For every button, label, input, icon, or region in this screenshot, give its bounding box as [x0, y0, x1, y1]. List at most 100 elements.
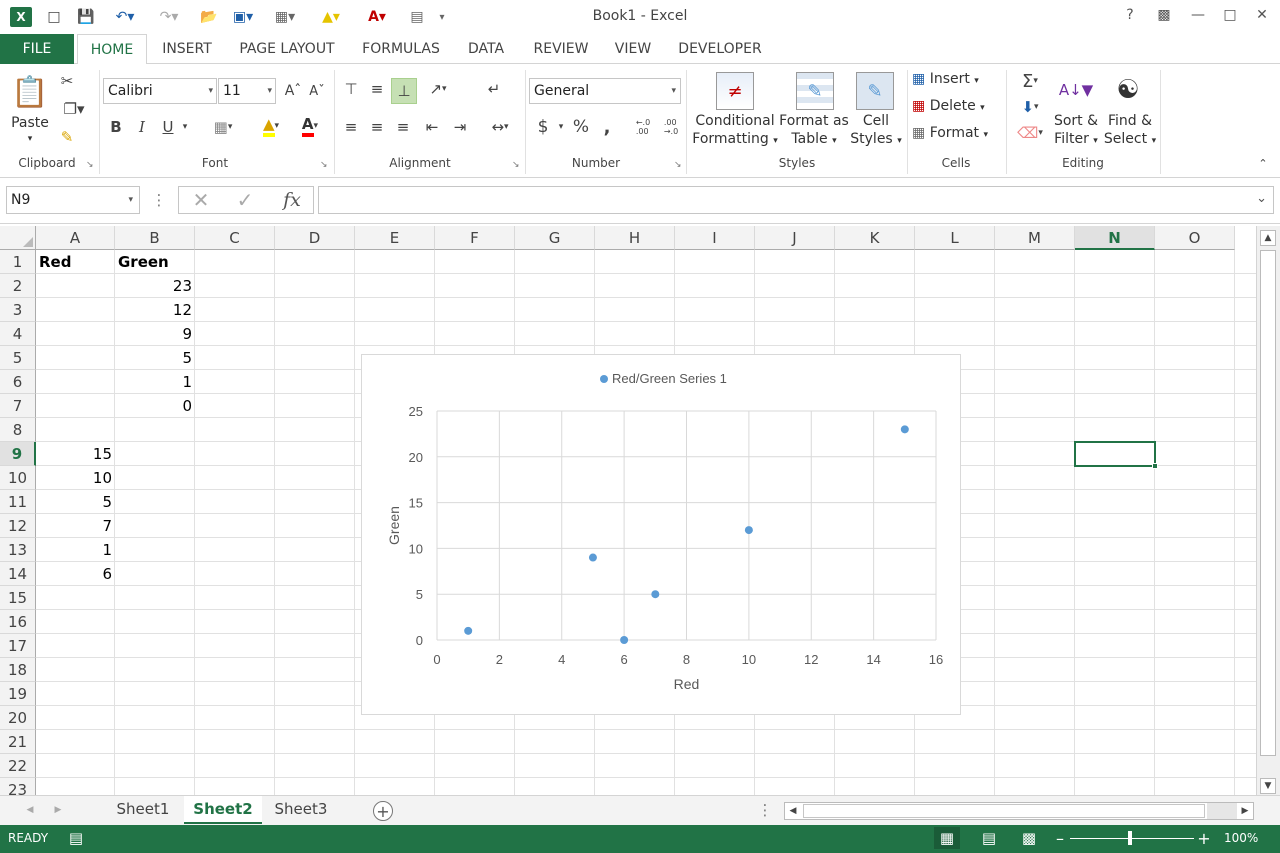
- cell-b4[interactable]: 9: [115, 322, 195, 346]
- row-header-19[interactable]: 19: [0, 682, 36, 706]
- column-header-g[interactable]: G: [515, 226, 595, 250]
- tab-split-icon[interactable]: ⋮: [758, 801, 773, 819]
- decrease-decimal-icon[interactable]: .00 →.0: [658, 116, 684, 138]
- scroll-left-icon[interactable]: ◀: [785, 803, 801, 819]
- zoom-slider[interactable]: [1070, 838, 1194, 839]
- horizontal-scrollbar[interactable]: ◀ ▶: [784, 802, 1254, 820]
- prev-sheet-icon[interactable]: ◀: [22, 802, 38, 818]
- zoom-in-icon[interactable]: +: [1196, 828, 1212, 848]
- maximize-button[interactable]: □: [1218, 7, 1242, 27]
- column-header-e[interactable]: E: [355, 226, 435, 250]
- more-options-icon[interactable]: ⋮: [150, 191, 168, 209]
- tab-developer[interactable]: DEVELOPER: [668, 34, 772, 64]
- merge-center-icon[interactable]: ↔ ▾: [482, 116, 518, 138]
- tab-page-layout[interactable]: PAGE LAYOUT: [230, 34, 344, 64]
- zoom-slider-thumb[interactable]: [1128, 831, 1132, 845]
- insert-function-button[interactable]: fx: [278, 189, 306, 211]
- column-header-l[interactable]: L: [915, 226, 995, 250]
- vertical-scroll-thumb[interactable]: [1260, 250, 1276, 756]
- fill-handle[interactable]: [1152, 463, 1158, 469]
- cell-styles-icon[interactable]: ✎: [856, 72, 894, 110]
- vertical-scrollbar[interactable]: ▲ ▼: [1256, 226, 1280, 795]
- row-header-10[interactable]: 10: [0, 466, 36, 490]
- tab-file[interactable]: FILE: [0, 34, 74, 64]
- font-size-select[interactable]: 11 ▾: [218, 78, 276, 104]
- increase-decimal-icon[interactable]: ←.0.00: [630, 116, 656, 138]
- format-cells-button[interactable]: ▦ Format ▾: [912, 124, 1002, 142]
- column-header-a[interactable]: A: [36, 226, 115, 250]
- number-launcher-icon[interactable]: ↘: [674, 160, 682, 170]
- alignment-launcher-icon[interactable]: ↘: [512, 160, 520, 170]
- select-all-button[interactable]: [0, 226, 36, 250]
- row-header-14[interactable]: 14: [0, 562, 36, 586]
- row-header-6[interactable]: 6: [0, 370, 36, 394]
- row-header-21[interactable]: 21: [0, 730, 36, 754]
- sheet-tab-sheet3[interactable]: Sheet3: [262, 796, 340, 824]
- cell-a9[interactable]: 15: [36, 442, 115, 466]
- column-header-h[interactable]: H: [595, 226, 675, 250]
- zoom-out-icon[interactable]: –: [1052, 828, 1068, 848]
- collapse-ribbon-icon[interactable]: ⌃: [1254, 154, 1272, 172]
- cell-a10[interactable]: 10: [36, 466, 115, 490]
- clear-icon[interactable]: ⌫ ▾: [1012, 122, 1048, 144]
- tab-data[interactable]: DATA: [456, 34, 516, 64]
- cut-icon[interactable]: ✂: [56, 70, 78, 92]
- page-layout-view-icon[interactable]: ▤: [976, 827, 1002, 849]
- number-format-select[interactable]: General ▾: [529, 78, 681, 104]
- row-header-20[interactable]: 20: [0, 706, 36, 730]
- column-header-d[interactable]: D: [275, 226, 355, 250]
- cell-b3[interactable]: 12: [115, 298, 195, 322]
- column-header-c[interactable]: C: [195, 226, 275, 250]
- row-header-8[interactable]: 8: [0, 418, 36, 442]
- align-right-icon[interactable]: ≡: [392, 116, 414, 138]
- conditional-formatting-button[interactable]: Conditional Formatting ▾: [692, 112, 778, 148]
- wrap-text-icon[interactable]: ↵: [482, 78, 506, 100]
- row-header-7[interactable]: 7: [0, 394, 36, 418]
- font-color-icon[interactable]: A ▾: [292, 114, 328, 138]
- comma-button[interactable]: ,: [596, 116, 618, 138]
- shrink-font-icon[interactable]: Aˇ: [306, 80, 328, 102]
- column-header-f[interactable]: F: [435, 226, 515, 250]
- row-header-22[interactable]: 22: [0, 754, 36, 778]
- tab-insert[interactable]: INSERT: [152, 34, 222, 64]
- align-left-icon[interactable]: ≡: [340, 116, 362, 138]
- cell-a11[interactable]: 5: [36, 490, 115, 514]
- formula-input[interactable]: ⌄: [318, 186, 1274, 214]
- decrease-indent-icon[interactable]: ⇤: [420, 116, 444, 138]
- currency-button[interactable]: $: [532, 116, 554, 138]
- tab-home[interactable]: HOME: [77, 34, 147, 65]
- align-top-icon[interactable]: ⊤: [340, 78, 362, 100]
- cell-b2[interactable]: 23: [115, 274, 195, 298]
- row-header-15[interactable]: 15: [0, 586, 36, 610]
- binoculars-icon[interactable]: ☯: [1110, 70, 1146, 110]
- paste-button[interactable]: Paste: [8, 114, 52, 132]
- row-header-17[interactable]: 17: [0, 634, 36, 658]
- enter-icon[interactable]: ✓: [232, 188, 258, 212]
- tab-view[interactable]: VIEW: [606, 34, 660, 64]
- column-header-b[interactable]: B: [115, 226, 195, 250]
- ribbon-display-icon[interactable]: ▩: [1152, 7, 1176, 27]
- copy-icon[interactable]: ❐▾: [56, 98, 92, 120]
- align-bottom-icon[interactable]: ⊥: [391, 78, 417, 104]
- page-break-view-icon[interactable]: ▩: [1016, 827, 1042, 849]
- zoom-level[interactable]: 100%: [1224, 831, 1258, 845]
- cell-b7[interactable]: 0: [115, 394, 195, 418]
- sort-filter-icon[interactable]: A↓▼: [1056, 70, 1096, 110]
- row-header-16[interactable]: 16: [0, 610, 36, 634]
- fill-down-icon[interactable]: ⬇ ▾: [1012, 96, 1048, 118]
- font-launcher-icon[interactable]: ↘: [320, 160, 328, 170]
- align-center-icon[interactable]: ≡: [366, 116, 388, 138]
- cell-b6[interactable]: 1: [115, 370, 195, 394]
- close-button[interactable]: ✕: [1250, 7, 1274, 27]
- cell-b1[interactable]: Green: [115, 250, 195, 274]
- cancel-icon[interactable]: ✕: [188, 188, 214, 212]
- format-as-table-button[interactable]: Format as Table ▾: [778, 112, 850, 148]
- conditional-formatting-icon[interactable]: ≠: [716, 72, 754, 110]
- column-header-i[interactable]: I: [675, 226, 755, 250]
- paste-icon[interactable]: 📋: [10, 70, 50, 114]
- row-header-18[interactable]: 18: [0, 658, 36, 682]
- cell-a13[interactable]: 1: [36, 538, 115, 562]
- row-header-4[interactable]: 4: [0, 322, 36, 346]
- orientation-icon[interactable]: ↗ ▾: [420, 78, 456, 100]
- borders-icon[interactable]: ▦ ▾: [204, 116, 242, 138]
